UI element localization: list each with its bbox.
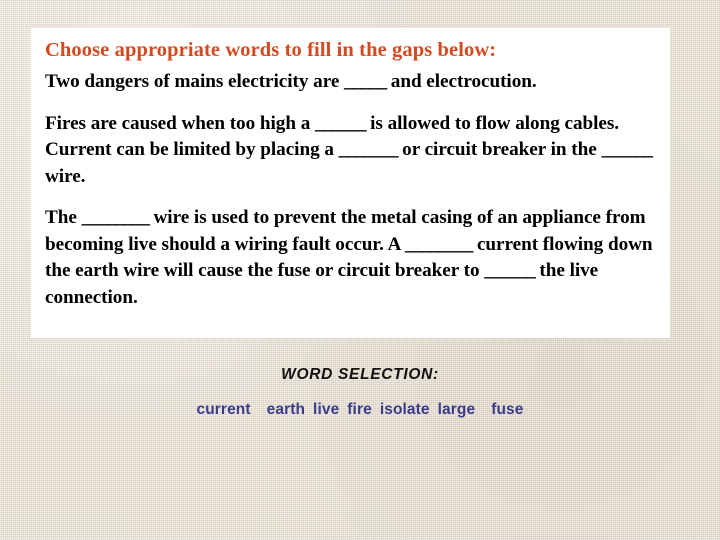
exercise-paragraph-2: Fires are caused when too high a ______ … [45, 111, 656, 191]
paragraph-2-text-d: wire. [45, 165, 86, 187]
blank-gap-4: ______ [601, 139, 653, 160]
blank-gap-2: ______ [315, 112, 367, 134]
word-option-live[interactable]: live [313, 401, 339, 419]
paragraph-2-text-a: Fires are caused when too high a [45, 112, 316, 134]
blank-gap-7: ______ [484, 260, 536, 281]
blank-gap-6: ________ [405, 233, 473, 255]
blank-gap-5: ________ [81, 207, 150, 228]
slide: Choose appropriate words to fill in the … [0, 0, 720, 540]
paragraph-2-text-c: or circuit breaker in the [397, 139, 602, 160]
paragraph-3-text-a: The [45, 207, 82, 228]
exercise-paragraph-1: Two dangers of mains electricity are ___… [45, 69, 656, 96]
word-option-fuse[interactable]: fuse [491, 401, 523, 419]
word-option-current[interactable]: current [197, 401, 251, 419]
word-bank: current earth live fire isolate large fuse [0, 401, 720, 419]
word-option-isolate[interactable]: isolate [380, 401, 430, 419]
exercise-paragraph-3: The ________ wire is used to prevent the… [45, 205, 656, 311]
word-option-earth[interactable]: earth [267, 401, 305, 419]
paragraph-1-text-b: and electrocution. [386, 71, 537, 92]
exercise-card: Choose appropriate words to fill in the … [31, 28, 670, 338]
word-selection-heading: WORD SELECTION: [281, 366, 439, 383]
paragraph-1-text-a: Two dangers of mains electricity are [45, 71, 345, 92]
word-option-large[interactable]: large [438, 401, 476, 419]
blank-gap-3: _______ [338, 139, 399, 160]
word-option-fire[interactable]: fire [347, 401, 372, 419]
blank-gap-1: _____ [344, 71, 387, 92]
page-title: Choose appropriate words to fill in the … [45, 39, 497, 61]
